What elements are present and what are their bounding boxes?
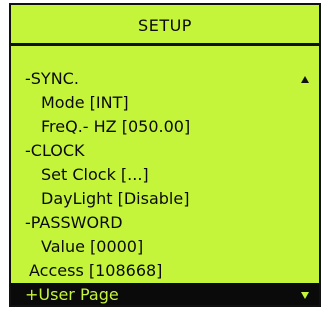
- screen-title: SETUP: [138, 16, 192, 35]
- menu-item-label: Access [108668]: [29, 261, 163, 280]
- menu-item-sync-frequency[interactable]: FreQ.- HZ [050.00]: [11, 115, 319, 139]
- menu-item-password-value[interactable]: Value [0000]: [11, 235, 319, 259]
- menu-item-label: Set Clock [...]: [41, 165, 149, 184]
- menu-item-user-page[interactable]: +User Page: [11, 283, 319, 305]
- menu-item-sync-mode[interactable]: Mode [INT]: [11, 91, 319, 115]
- menu-item-label: -SYNC.: [25, 69, 79, 88]
- scroll-up-arrow-icon[interactable]: [301, 76, 309, 83]
- menu-item-label: -CLOCK: [25, 141, 85, 160]
- menu-item-clock[interactable]: -CLOCK: [11, 139, 319, 163]
- menu-item-sync[interactable]: -SYNC.: [11, 67, 319, 91]
- menu-item-label: Value [0000]: [41, 237, 144, 256]
- setup-menu: -SYNC. Mode [INT] FreQ.- HZ [050.00] -CL…: [11, 67, 319, 305]
- menu-item-daylight[interactable]: DayLight [Disable]: [11, 187, 319, 211]
- lcd-screen: SETUP -SYNC. Mode [INT] FreQ.- HZ [050.0…: [9, 3, 321, 307]
- menu-item-label: FreQ.- HZ [050.00]: [41, 117, 191, 136]
- menu-item-label: Mode [INT]: [41, 93, 129, 112]
- menu-item-set-clock[interactable]: Set Clock [...]: [11, 163, 319, 187]
- menu-item-password[interactable]: -PASSWORD: [11, 211, 319, 235]
- title-divider: [11, 43, 319, 46]
- menu-item-label: DayLight [Disable]: [41, 189, 190, 208]
- menu-item-label: -PASSWORD: [25, 213, 123, 232]
- menu-item-label: +User Page: [25, 285, 119, 304]
- scroll-down-arrow-icon[interactable]: [301, 292, 309, 299]
- menu-item-access[interactable]: Access [108668]: [11, 259, 319, 283]
